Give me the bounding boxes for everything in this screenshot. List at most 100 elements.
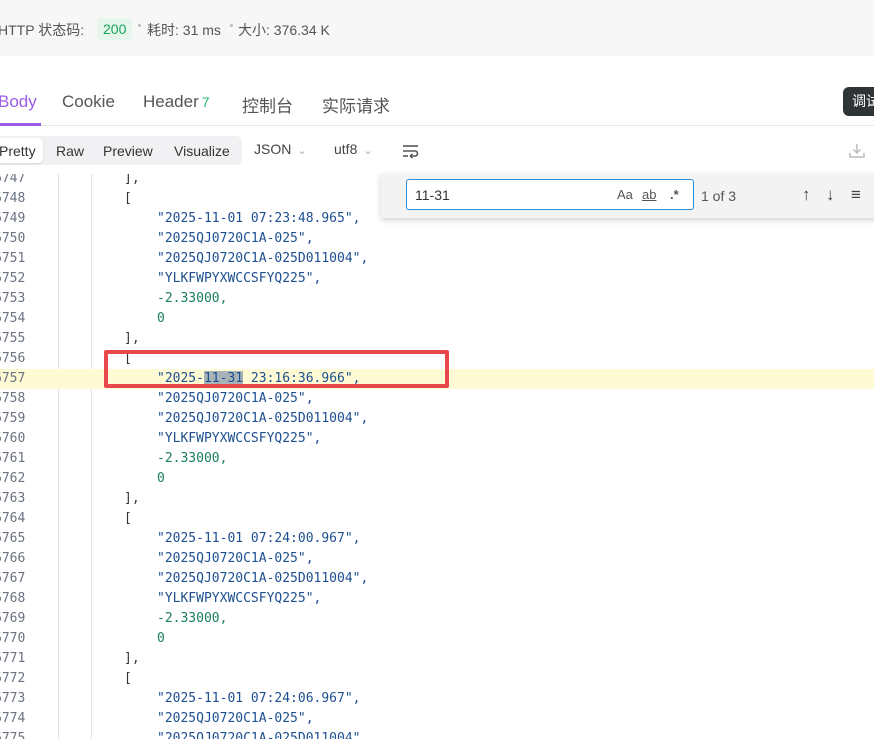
line-number: 6751	[0, 251, 26, 266]
line-number: 6772	[0, 671, 26, 686]
response-tabs: Body Cookie Header 7 控制台 实际请求	[0, 80, 874, 126]
line-number: 6767	[0, 571, 26, 586]
code-text: "2025QJ0720C1A-025D011004",	[157, 251, 369, 266]
code-text: -2.33000,	[157, 291, 228, 306]
find-input[interactable]: 11-31 Aa ab .*	[406, 179, 694, 210]
code-text: "2025QJ0720C1A-025",	[157, 711, 314, 726]
tab-cookie[interactable]: Cookie	[62, 92, 115, 112]
encoding-select[interactable]: utf8 ⌄	[334, 141, 373, 157]
code-text: ],	[124, 491, 140, 506]
code-text: -2.33000,	[157, 611, 228, 626]
code-text: "2025QJ0720C1A-025",	[157, 391, 314, 406]
code-text: "2025QJ0720C1A-025",	[157, 551, 314, 566]
separator-dot	[138, 24, 141, 27]
code-text: "YLKFWPYXWCCSFYQ225",	[157, 271, 322, 286]
highlight-annotation-box	[104, 350, 449, 388]
view-visualize[interactable]: Visualize	[174, 143, 230, 159]
whole-word-toggle[interactable]: ab	[642, 187, 656, 202]
code-text: ],	[124, 331, 140, 346]
code-line: 6775 "2025QJ0720C1A-025D011004",	[0, 729, 874, 739]
code-line: 6763],	[0, 489, 874, 509]
view-pretty[interactable]: Pretty	[0, 143, 36, 159]
http-status-label: HTTP 状态码:	[0, 22, 85, 38]
code-line: 6760 "YLKFWPYXWCCSFYQ225",	[0, 429, 874, 449]
tab-header[interactable]: Header 7	[143, 92, 210, 112]
code-text: ],	[124, 651, 140, 666]
code-text: ],	[124, 174, 140, 186]
line-number: 6762	[0, 471, 26, 486]
line-number: 6774	[0, 711, 26, 726]
debug-button[interactable]: 调试	[843, 87, 874, 116]
code-line: 6750 "2025QJ0720C1A-025",	[0, 229, 874, 249]
code-line: 6770 0	[0, 629, 874, 649]
line-number: 6753	[0, 291, 26, 306]
code-text: 0	[157, 631, 165, 646]
code-text: "2025QJ0720C1A-025D011004",	[157, 571, 369, 586]
line-number: 6758	[0, 391, 26, 406]
code-text: "2025-11-01 07:24:00.967",	[157, 531, 361, 546]
download-icon[interactable]	[848, 142, 866, 160]
find-widget: 11-31 Aa ab .* 1 of 3 ↑ ↓ ≡	[381, 174, 874, 218]
code-text: -2.33000,	[157, 451, 228, 466]
line-number: 6768	[0, 591, 26, 606]
tab-header-count: 7	[201, 94, 210, 110]
line-number: 6749	[0, 211, 26, 226]
code-text: [	[124, 511, 132, 526]
format-select[interactable]: JSON ⌄	[254, 141, 307, 157]
response-time: 耗时: 31 ms	[147, 22, 221, 38]
match-case-toggle[interactable]: Aa	[617, 187, 633, 202]
tab-console[interactable]: 控制台	[242, 92, 293, 117]
line-number: 6766	[0, 551, 26, 566]
line-number: 6761	[0, 451, 26, 466]
view-raw[interactable]: Raw	[56, 143, 84, 159]
code-line: 6768 "YLKFWPYXWCCSFYQ225",	[0, 589, 874, 609]
line-number: 6747	[0, 174, 26, 186]
code-text: "2025QJ0720C1A-025D011004",	[157, 411, 369, 426]
code-line: 6765 "2025-11-01 07:24:00.967",	[0, 529, 874, 549]
code-text: "YLKFWPYXWCCSFYQ225",	[157, 591, 322, 606]
code-text: 0	[157, 311, 165, 326]
tab-body[interactable]: Body	[0, 92, 37, 112]
code-line: 6769 -2.33000,	[0, 609, 874, 629]
code-line: 6759 "2025QJ0720C1A-025D011004",	[0, 409, 874, 429]
match-count: 1 of 3	[701, 188, 737, 204]
code-line: 6773 "2025-11-01 07:24:06.967",	[0, 689, 874, 709]
code-line: 6772 [	[0, 669, 874, 689]
line-number: 6757	[0, 371, 26, 386]
code-line: 6755],	[0, 329, 874, 349]
line-number: 6760	[0, 431, 26, 446]
code-line: 6762 0	[0, 469, 874, 489]
code-text: "YLKFWPYXWCCSFYQ225",	[157, 431, 322, 446]
tab-actual-request[interactable]: 实际请求	[322, 92, 390, 117]
find-in-selection-icon[interactable]: ≡	[851, 185, 861, 205]
line-number: 6775	[0, 731, 26, 739]
line-number: 6764	[0, 511, 26, 526]
code-text: "2025QJ0720C1A-025D011004",	[157, 731, 369, 739]
line-number: 6750	[0, 231, 26, 246]
arrow-down-icon[interactable]: ↓	[826, 185, 835, 205]
json-code-editor[interactable]: 6747], 6748 [6749 "2025-11-01 07:23:48.965"…	[0, 174, 874, 739]
code-line: 6764 [	[0, 509, 874, 529]
code-line: 6754 0	[0, 309, 874, 329]
regex-toggle[interactable]: .*	[670, 187, 679, 202]
chevron-down-icon: ⌄	[297, 145, 307, 157]
code-line: 6771],	[0, 649, 874, 669]
line-number: 6748	[0, 191, 26, 206]
code-text: [	[124, 191, 132, 206]
line-number: 6759	[0, 411, 26, 426]
arrow-up-icon[interactable]: ↑	[802, 185, 811, 205]
format-select-value: JSON	[254, 141, 292, 157]
view-preview[interactable]: Preview	[103, 143, 153, 159]
code-line: 6752 "YLKFWPYXWCCSFYQ225",	[0, 269, 874, 289]
word-wrap-icon[interactable]	[402, 143, 420, 159]
code-line: 6758 "2025QJ0720C1A-025",	[0, 389, 874, 409]
encoding-select-value: utf8	[334, 141, 358, 157]
line-number: 6765	[0, 531, 26, 546]
response-size: 大小: 376.34 K	[238, 22, 330, 38]
code-line: 6767 "2025QJ0720C1A-025D011004",	[0, 569, 874, 589]
code-text: "2025-11-01 07:23:48.965",	[157, 211, 361, 226]
line-number: 6754	[0, 311, 26, 326]
line-number: 6770	[0, 631, 26, 646]
find-input-value: 11-31	[415, 187, 450, 203]
code-line: 6774 "2025QJ0720C1A-025",	[0, 709, 874, 729]
